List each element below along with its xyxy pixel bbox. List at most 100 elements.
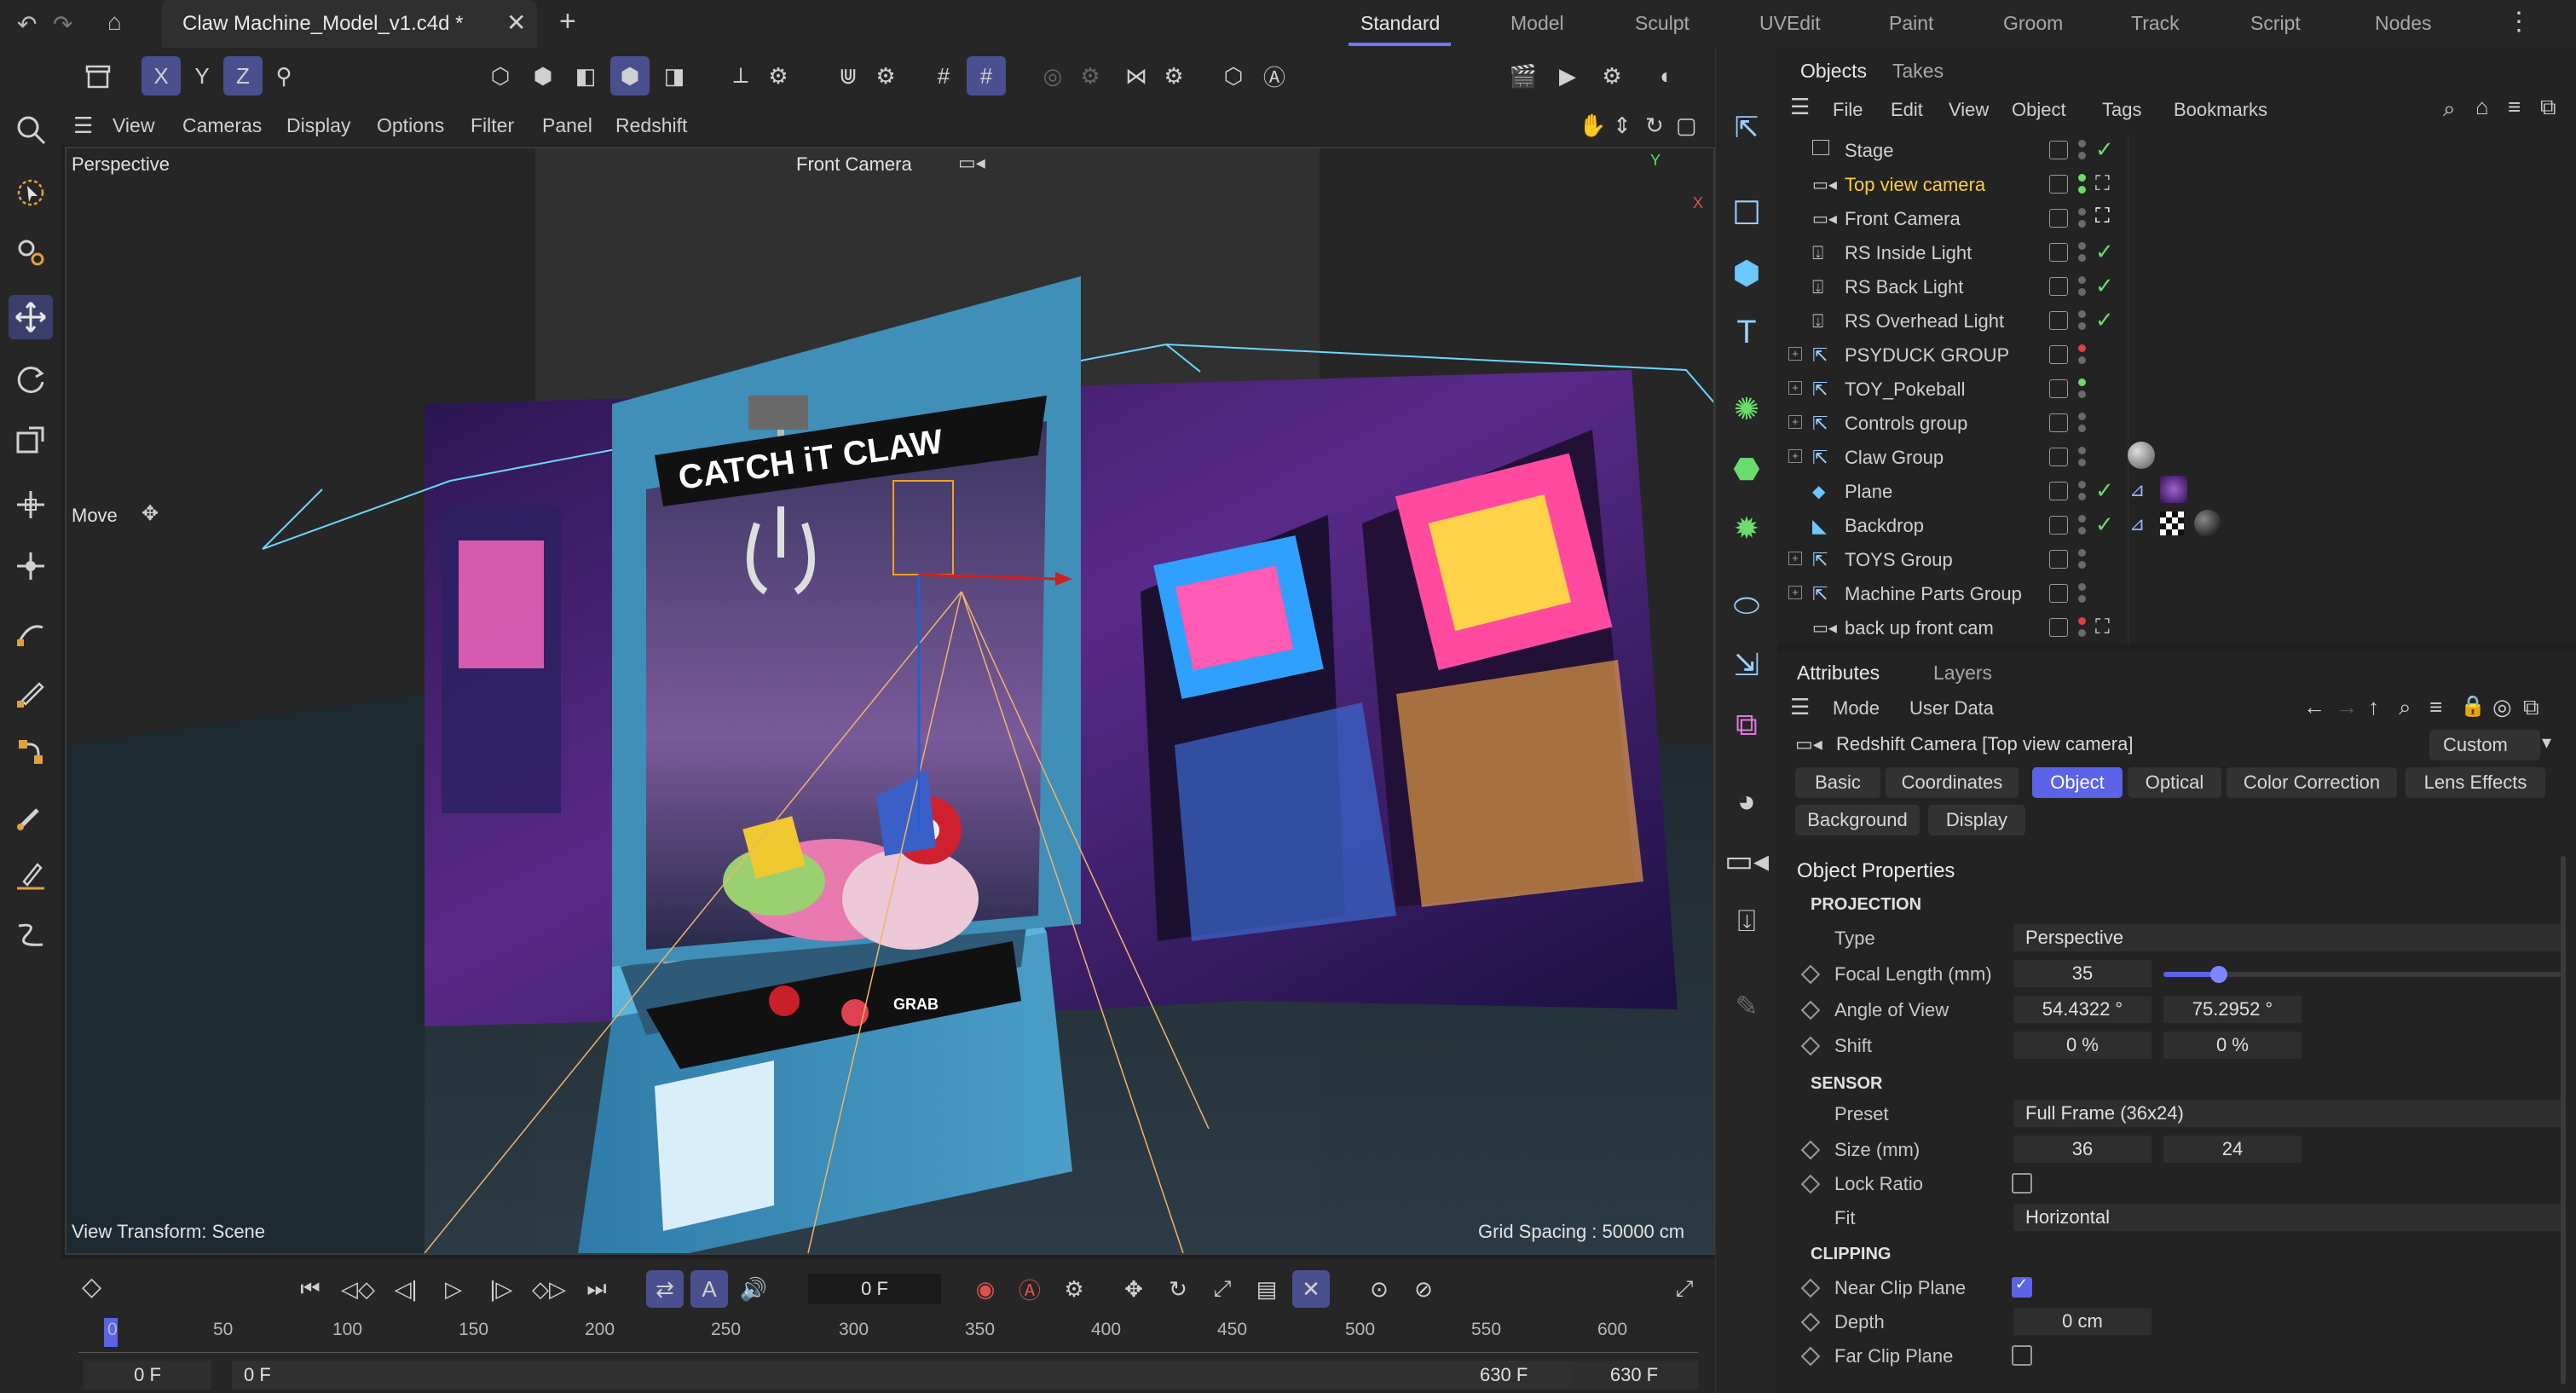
environment-button[interactable]: ◕: [1726, 781, 1767, 822]
symmetry-button[interactable]: ⋈: [1117, 56, 1156, 95]
keyframe-diamond-icon[interactable]: [1800, 1278, 1821, 1298]
object-row-rs-overhead-light[interactable]: ⍗ RS Overhead Light ✓: [1778, 303, 2136, 338]
object-row-top-view-camera[interactable]: ▭◂ Top view camera ⛶: [1778, 167, 2136, 201]
edit-toggle-icon[interactable]: [2049, 448, 2068, 466]
max-frame-field[interactable]: 630 F: [1570, 1361, 1698, 1390]
scale-tool[interactable]: [9, 418, 53, 462]
workplane-button[interactable]: #: [967, 56, 1006, 95]
archive-button[interactable]: [78, 56, 118, 95]
render-dot[interactable]: [2078, 561, 2086, 569]
up-arrow-icon[interactable]: ↑: [2368, 694, 2379, 720]
goto-start-button[interactable]: ⏮: [292, 1270, 329, 1308]
edit-toggle-icon[interactable]: [2049, 618, 2068, 637]
current-frame-field[interactable]: 0 F: [808, 1274, 941, 1304]
tab-background[interactable]: Background: [1795, 805, 1920, 835]
orbit-icon[interactable]: ↻: [1645, 113, 1664, 139]
layout-paint[interactable]: Paint: [1889, 12, 1933, 35]
tab-attributes[interactable]: Attributes: [1797, 662, 1880, 685]
visibility-dot[interactable]: [2078, 413, 2086, 420]
enabled-check-icon[interactable]: ✓: [2095, 477, 2114, 504]
render-dot[interactable]: [2078, 425, 2086, 432]
tab-color-correction[interactable]: Color Correction: [2227, 767, 2397, 798]
object-row-back-up-front-cam[interactable]: ▭◂ back up front cam ⛶: [1778, 610, 2136, 644]
next-frame-button[interactable]: |▷: [482, 1270, 520, 1308]
forward-arrow-icon[interactable]: →: [2336, 694, 2358, 720]
prev-frame-button[interactable]: ◁|: [387, 1270, 425, 1308]
record-button[interactable]: ◉: [967, 1270, 1004, 1308]
coordinate-system-button[interactable]: ⚲: [264, 56, 303, 95]
depth-input[interactable]: 0 cm: [2013, 1308, 2151, 1335]
object-row-controls-group[interactable]: + ⇱ Controls group: [1778, 406, 2136, 440]
deformer-button[interactable]: ⬭: [1726, 585, 1767, 626]
render-button[interactable]: ▶: [1548, 56, 1587, 95]
next-key-button[interactable]: ◇▷: [530, 1270, 568, 1308]
visibility-dot[interactable]: [2078, 617, 2086, 625]
object-row-backdrop[interactable]: ◣ Backdrop ✓ ⊿: [1778, 508, 2221, 542]
render-dot[interactable]: [2078, 390, 2086, 398]
viewport-name-label[interactable]: Perspective: [72, 153, 170, 176]
render-dot[interactable]: [2078, 186, 2086, 194]
rotate-tool[interactable]: [9, 356, 53, 401]
model-mode-button[interactable]: ⬢: [610, 56, 650, 95]
redo-icon[interactable]: ↷: [53, 10, 72, 38]
render-dot[interactable]: [2078, 322, 2086, 330]
lock-ratio-checkbox[interactable]: [2012, 1173, 2032, 1194]
fit-dropdown[interactable]: Horizontal: [2013, 1204, 2562, 1231]
enabled-check-icon[interactable]: ✓: [2095, 273, 2114, 299]
menu-redshift[interactable]: Redshift: [615, 114, 687, 137]
edit-toggle-icon[interactable]: [2049, 175, 2068, 194]
keyframe-icon[interactable]: ◇: [82, 1272, 101, 1302]
snap-button[interactable]: ⋓: [829, 56, 868, 95]
placement-tool[interactable]: [9, 544, 53, 588]
sketch-tool[interactable]: [9, 670, 53, 714]
move-tool[interactable]: [9, 295, 53, 339]
object-row-machine-parts-group[interactable]: + ⇱ Machine Parts Group: [1778, 576, 2136, 610]
visibility-dot[interactable]: [2078, 242, 2086, 250]
start-frame-field[interactable]: 0 F: [232, 1361, 1596, 1390]
brush-tool[interactable]: [9, 795, 53, 839]
preset-dropdown[interactable]: Custom: [2429, 730, 2540, 760]
play-button[interactable]: ▷: [435, 1270, 472, 1308]
edit-toggle-icon[interactable]: [2049, 141, 2068, 159]
visibility-dot[interactable]: [2078, 344, 2086, 352]
hamburger-icon[interactable]: ☰: [73, 113, 93, 139]
render-dot[interactable]: [2078, 527, 2086, 535]
null-object-button[interactable]: ⇱: [1726, 107, 1767, 148]
transform-tool[interactable]: [9, 483, 53, 527]
objects-menu-edit[interactable]: Edit: [1891, 99, 1923, 121]
maximize-view-icon[interactable]: ▢: [1676, 113, 1697, 139]
lock-button[interactable]: ⬡: [1214, 56, 1253, 95]
grid-button[interactable]: #: [924, 56, 963, 95]
expand-icon[interactable]: +: [1788, 415, 1802, 429]
render-dot[interactable]: [2078, 254, 2086, 262]
keyframe-diamond-icon[interactable]: [1800, 1036, 1821, 1056]
menu-display[interactable]: Display: [286, 114, 350, 137]
layout-nodes[interactable]: Nodes: [2375, 12, 2431, 35]
field-button[interactable]: ⇲: [1726, 644, 1767, 685]
sound-button[interactable]: 🔊: [735, 1270, 772, 1308]
render-dot[interactable]: [2078, 220, 2086, 228]
focal-length-input[interactable]: 35: [2013, 960, 2151, 987]
axis-settings-button[interactable]: ⚙: [759, 56, 798, 95]
render-dot[interactable]: [2078, 493, 2086, 500]
expand-icon[interactable]: +: [1788, 552, 1802, 565]
sensor-height-input[interactable]: 24: [2163, 1136, 2302, 1163]
object-row-plane[interactable]: ◆ Plane ✓ ⊿: [1778, 474, 2187, 508]
material-tag-icon[interactable]: [2160, 476, 2187, 503]
enabled-check-icon[interactable]: ✓: [2095, 239, 2114, 265]
render-dot[interactable]: [2078, 595, 2086, 603]
render-dot[interactable]: [2078, 459, 2086, 466]
key-param-button[interactable]: ▤: [1248, 1270, 1285, 1308]
tab-display[interactable]: Display: [1928, 805, 2025, 835]
expand-icon[interactable]: +: [1788, 449, 1802, 463]
menu-cameras[interactable]: Cameras: [182, 114, 262, 137]
hamburger-icon[interactable]: ☰: [1790, 694, 1810, 720]
soft-selection-settings-button[interactable]: ⚙: [1071, 56, 1110, 95]
layout-sculpt[interactable]: Sculpt: [1635, 12, 1689, 35]
tag-button[interactable]: ✎: [1726, 986, 1767, 1026]
far-clip-checkbox[interactable]: [2012, 1345, 2032, 1366]
edit-toggle-icon[interactable]: [2049, 379, 2068, 398]
objects-menu-tags[interactable]: Tags: [2102, 99, 2141, 121]
search-icon[interactable]: ⌕: [2443, 95, 2456, 123]
settings-tool[interactable]: [9, 230, 53, 275]
